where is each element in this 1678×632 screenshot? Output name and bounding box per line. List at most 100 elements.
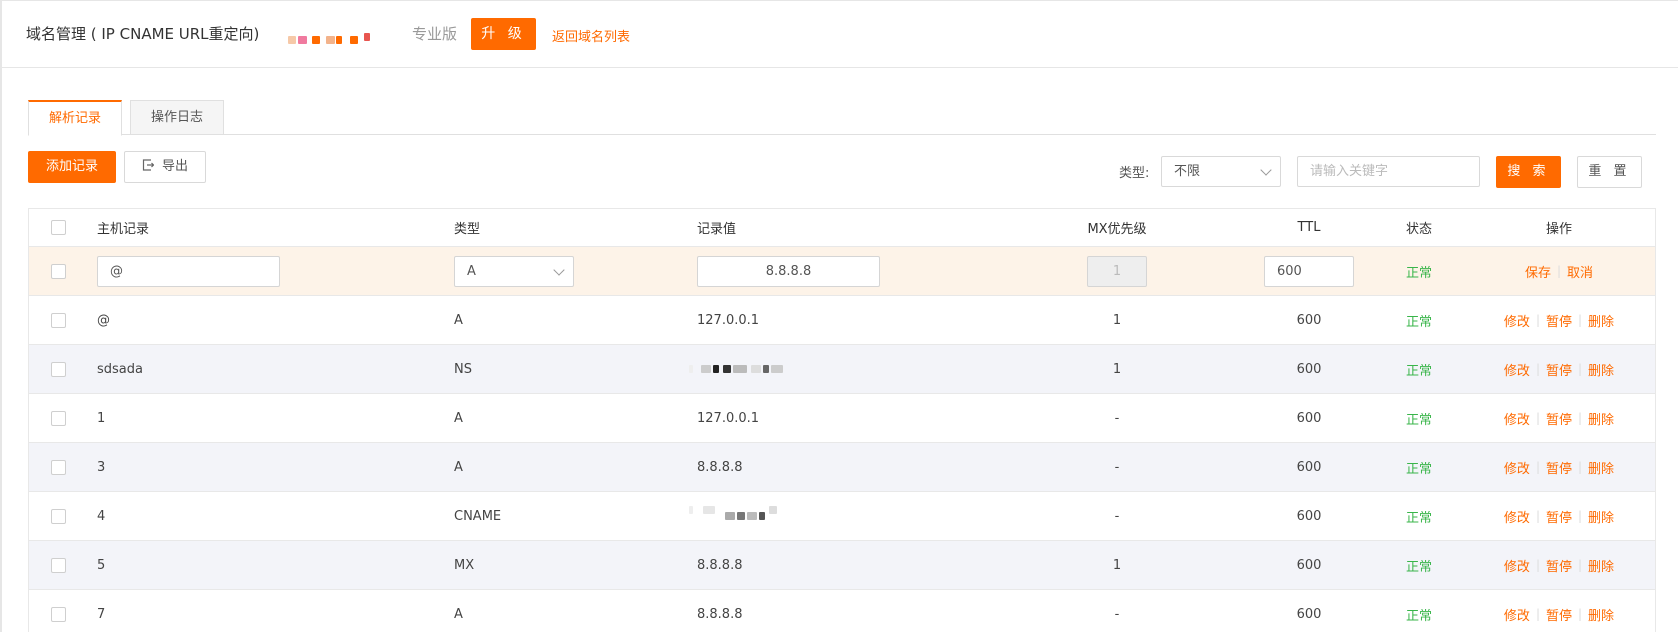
export-label: 导出 xyxy=(161,159,188,174)
cell-mx: - xyxy=(1114,508,1120,524)
pause-record-link[interactable]: 暂停 xyxy=(1546,409,1572,428)
column-header-host: 主机记录 xyxy=(97,222,150,237)
column-header-value: 记录值 xyxy=(697,222,737,237)
cell-type: MX xyxy=(454,557,475,573)
row-checkbox[interactable] xyxy=(51,410,66,426)
host-input[interactable]: @ xyxy=(97,255,280,287)
type-filter-select[interactable]: 不限 xyxy=(1161,156,1281,187)
pause-record-link[interactable]: 暂停 xyxy=(1546,360,1572,379)
row-checkbox[interactable] xyxy=(51,606,66,622)
cell-type: A xyxy=(454,312,463,328)
cell-host: 5 xyxy=(97,557,106,573)
type-filter-label: 类型: xyxy=(1119,166,1150,181)
table-row: sdsada NS 1 600 正常 修改 | 暂停 | 删除 xyxy=(29,345,1655,394)
status-badge: 正常 xyxy=(1405,608,1432,624)
cell-type: A xyxy=(454,606,463,622)
cell-value: 127.0.0.1 xyxy=(697,312,760,328)
pause-record-link[interactable]: 暂停 xyxy=(1546,458,1572,477)
records-table: 主机记录 类型 记录值 MX优先级 TTL 状态 操作 @ A 8.8.8.8 … xyxy=(28,208,1656,632)
page-title: 域名管理 ( IP CNAME URL重定向) xyxy=(26,25,260,43)
cancel-button[interactable]: 取消 xyxy=(1567,262,1593,281)
select-all-checkbox[interactable] xyxy=(51,220,66,235)
add-record-button[interactable]: 添加记录 xyxy=(28,151,116,183)
record-value-input[interactable]: 8.8.8.8 xyxy=(697,255,880,287)
delete-record-link[interactable]: 删除 xyxy=(1588,409,1614,428)
cell-mx: 1 xyxy=(1112,361,1122,377)
ttl-input[interactable]: 600 xyxy=(1264,255,1354,287)
cell-value-masked xyxy=(689,492,793,540)
tab-operation-log[interactable]: 操作日志 xyxy=(130,100,224,135)
status-badge: 正常 xyxy=(1405,363,1432,379)
status-badge: 正常 xyxy=(1405,510,1432,526)
export-icon xyxy=(142,159,154,171)
cell-type: CNAME xyxy=(454,508,502,524)
export-button[interactable]: 导出 xyxy=(124,151,206,183)
edit-record-link[interactable]: 修改 xyxy=(1504,409,1530,428)
cell-value: 8.8.8.8 xyxy=(697,459,743,475)
pause-record-link[interactable]: 暂停 xyxy=(1546,507,1572,526)
reset-button[interactable]: 重 置 xyxy=(1577,156,1642,188)
mx-priority-input: 1 xyxy=(1087,255,1147,287)
pause-record-link[interactable]: 暂停 xyxy=(1546,311,1572,330)
row-checkbox[interactable] xyxy=(51,508,66,524)
delete-record-link[interactable]: 删除 xyxy=(1588,311,1614,330)
page-header: 域名管理 ( IP CNAME URL重定向) 专业版 升 级 返回域名列表 xyxy=(2,0,1678,68)
row-checkbox[interactable] xyxy=(51,312,66,328)
cell-ttl: 600 xyxy=(1296,410,1322,426)
edit-record-link[interactable]: 修改 xyxy=(1504,360,1530,379)
row-checkbox[interactable] xyxy=(51,557,66,573)
delete-record-link[interactable]: 删除 xyxy=(1588,556,1614,575)
edition-label: 专业版 xyxy=(412,25,458,43)
edit-record-link[interactable]: 修改 xyxy=(1504,311,1530,330)
cell-host: 3 xyxy=(97,459,106,475)
keyword-search-input[interactable] xyxy=(1297,156,1480,187)
edit-record-link[interactable]: 修改 xyxy=(1504,458,1530,477)
cell-type: NS xyxy=(454,361,472,377)
row-checkbox[interactable] xyxy=(51,361,66,377)
column-header-status: 状态 xyxy=(1405,222,1432,237)
save-button[interactable]: 保存 xyxy=(1525,262,1551,281)
table-row: 5 MX 8.8.8.8 1 600 正常 修改 | 暂停 | 删除 xyxy=(29,541,1655,590)
edit-record-link[interactable]: 修改 xyxy=(1504,507,1530,526)
cell-value: 8.8.8.8 xyxy=(697,557,743,573)
tab-bar: 解析记录 操作日志 xyxy=(28,100,1656,136)
masked-domain xyxy=(288,31,384,45)
delete-record-link[interactable]: 删除 xyxy=(1588,458,1614,477)
page: 域名管理 ( IP CNAME URL重定向) 专业版 升 级 返回域名列表 解… xyxy=(0,0,1678,632)
status-badge: 正常 xyxy=(1405,265,1432,281)
cell-mx: - xyxy=(1114,606,1120,622)
pause-record-link[interactable]: 暂停 xyxy=(1546,556,1572,575)
row-checkbox[interactable] xyxy=(51,459,66,475)
edit-record-link[interactable]: 修改 xyxy=(1504,605,1530,624)
chevron-down-icon xyxy=(553,263,565,276)
status-badge: 正常 xyxy=(1405,412,1432,428)
cell-ttl: 600 xyxy=(1296,312,1322,328)
delete-record-link[interactable]: 删除 xyxy=(1588,605,1614,624)
cell-ttl: 600 xyxy=(1296,459,1322,475)
cell-ttl: 600 xyxy=(1296,606,1322,622)
status-badge: 正常 xyxy=(1405,461,1432,477)
pause-record-link[interactable]: 暂停 xyxy=(1546,605,1572,624)
back-to-domain-list-link[interactable]: 返回域名列表 xyxy=(552,26,630,45)
tab-records[interactable]: 解析记录 xyxy=(28,100,122,136)
search-button[interactable]: 搜 索 xyxy=(1496,156,1561,188)
column-header-actions: 操作 xyxy=(1545,222,1572,237)
masked-value xyxy=(689,362,793,376)
delete-record-link[interactable]: 删除 xyxy=(1588,507,1614,526)
column-header-ttl: TTL xyxy=(1297,220,1321,235)
chevron-down-icon xyxy=(1260,164,1272,176)
cell-mx: 1 xyxy=(1112,312,1122,328)
delete-record-link[interactable]: 删除 xyxy=(1588,360,1614,379)
record-type-value: A xyxy=(467,263,476,279)
cell-host: 1 xyxy=(97,410,106,426)
cell-host: 4 xyxy=(97,508,106,524)
edit-record-link[interactable]: 修改 xyxy=(1504,556,1530,575)
row-checkbox[interactable] xyxy=(51,263,66,279)
table-row: 1 A 127.0.0.1 - 600 正常 修改 | 暂停 | 删除 xyxy=(29,394,1655,443)
cell-mx: - xyxy=(1114,410,1120,426)
cell-type: A xyxy=(454,459,463,475)
column-header-type: 类型 xyxy=(454,222,481,237)
upgrade-button[interactable]: 升 级 xyxy=(471,18,536,50)
cell-value-masked xyxy=(689,345,793,393)
record-type-select[interactable]: A xyxy=(454,255,574,287)
